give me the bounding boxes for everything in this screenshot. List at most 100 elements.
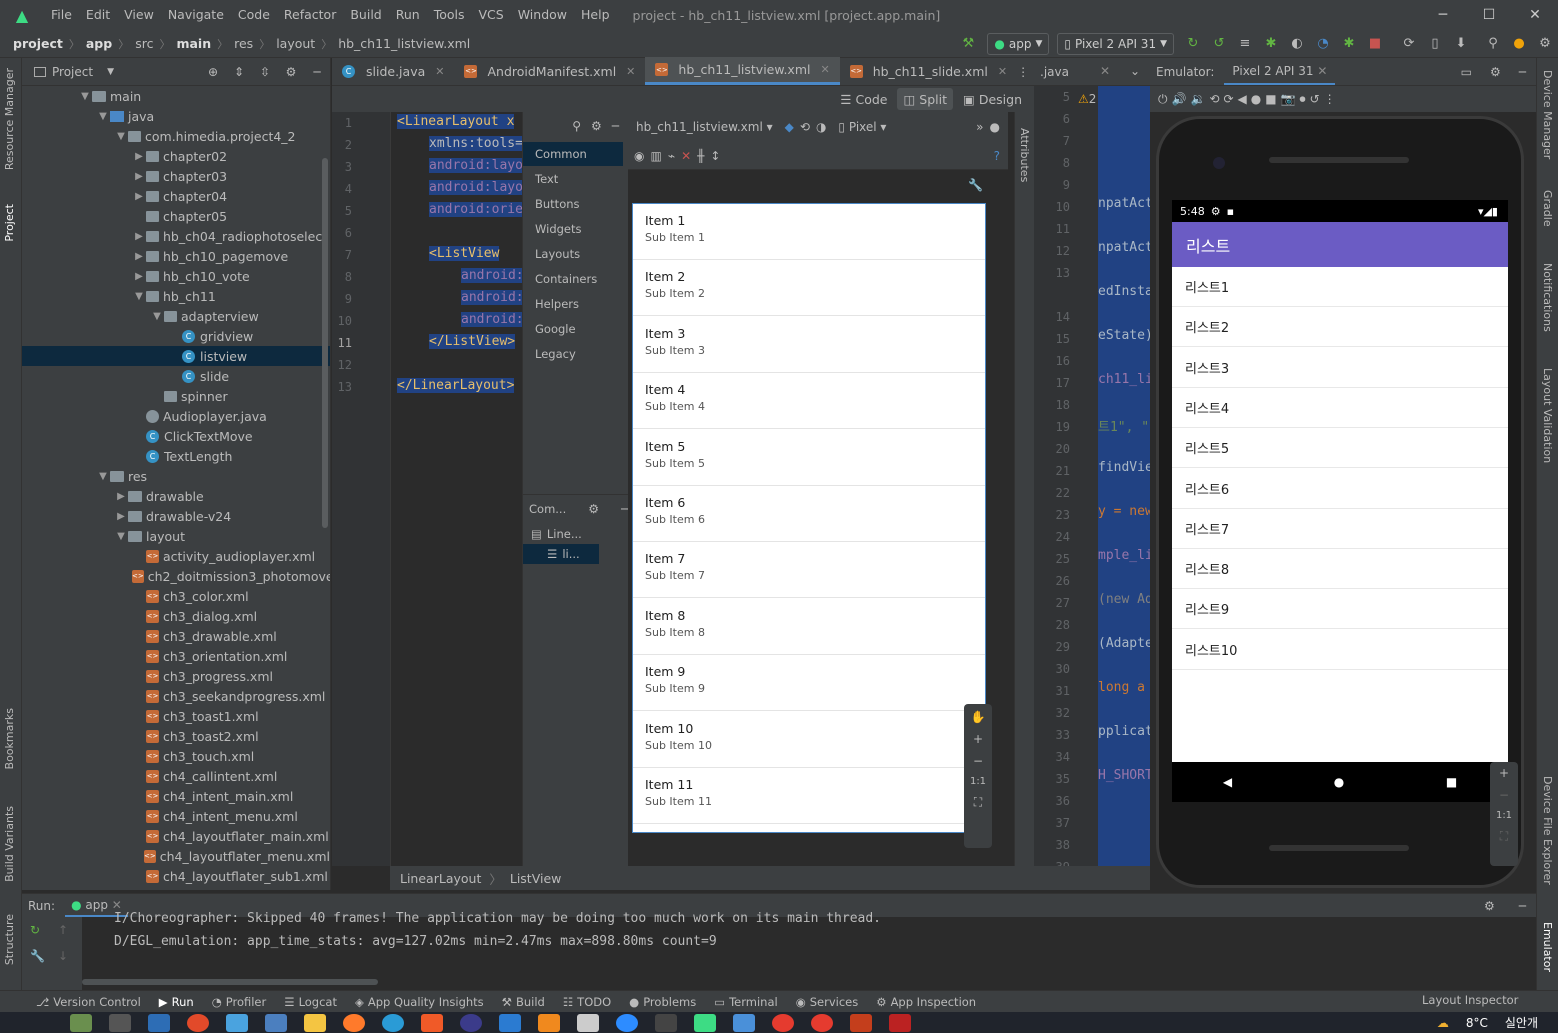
preview-list-item[interactable]: Item 2 Sub Item 2: [633, 260, 985, 317]
split-mode-button[interactable]: ◫ Split: [897, 88, 954, 110]
down-icon[interactable]: ↓: [58, 949, 68, 963]
taskbar-app-icon[interactable]: [109, 1013, 131, 1032]
gear-icon[interactable]: ⚙: [588, 502, 599, 516]
xml-code-editor[interactable]: <LinearLayout x xmlns:tools= android:layo a…: [390, 112, 522, 866]
preview-list-item[interactable]: Item 1 Sub Item 1: [633, 204, 985, 260]
expand-all-icon[interactable]: ⇕: [226, 65, 252, 79]
chevron-down-icon[interactable]: ▼: [114, 131, 128, 142]
tree-item[interactable]: <> activity_audioplayer.xml: [22, 546, 330, 566]
tree-item[interactable]: ▼ main: [22, 86, 330, 106]
tool-app-inspection[interactable]: ⚙ App Inspection: [876, 995, 976, 1009]
project-tab[interactable]: Project: [3, 204, 16, 242]
palette-category-helpers[interactable]: Helpers: [523, 292, 623, 316]
preview-list-item[interactable]: Item 11 Sub Item 11: [633, 768, 985, 824]
chrome-icon[interactable]: [772, 1013, 794, 1032]
tree-item[interactable]: <> ch3_toast1.xml: [22, 706, 330, 726]
power-icon[interactable]: ⏻: [1158, 92, 1168, 107]
night-mode-icon[interactable]: ◑: [816, 120, 826, 134]
design-mode-button[interactable]: ▣ Design: [957, 88, 1028, 110]
window-icon[interactable]: ▭: [1461, 65, 1472, 79]
tree-item[interactable]: ▼ java: [22, 106, 330, 126]
tree-item[interactable]: Audioplayer.java: [22, 406, 330, 426]
palette-category-google[interactable]: Google: [523, 317, 623, 341]
sublime-icon[interactable]: [538, 1013, 560, 1032]
edge-icon[interactable]: [382, 1013, 404, 1032]
emulator-list-item[interactable]: 리스트6: [1172, 469, 1508, 509]
preview-list-item[interactable]: Item 3 Sub Item 3: [633, 317, 985, 373]
clear-constraints-icon[interactable]: ✕: [681, 149, 691, 163]
volume-up-icon[interactable]: 🔊: [1172, 92, 1187, 106]
tree-item[interactable]: ▶ chapter02: [22, 146, 330, 166]
tool-todo[interactable]: ☷ TODO: [563, 995, 611, 1009]
chrome-icon[interactable]: [187, 1013, 209, 1032]
taskbar-app-icon[interactable]: [70, 1013, 92, 1032]
gradle-tab[interactable]: Gradle: [1541, 190, 1554, 227]
zoom-out-icon[interactable]: −: [1499, 788, 1509, 802]
tree-item[interactable]: ▼ res: [22, 466, 330, 486]
tool-problems[interactable]: ● Problems: [629, 995, 696, 1009]
zoom-icon[interactable]: [616, 1013, 638, 1032]
updates-icon[interactable]: ●: [1506, 31, 1532, 57]
gear-icon[interactable]: ⚙: [278, 65, 304, 79]
tree-item[interactable]: <> ch3_touch.xml: [22, 746, 330, 766]
tree-item[interactable]: <> ch3_color.xml: [22, 586, 330, 606]
tree-item[interactable]: C TextLength: [22, 446, 330, 466]
zoom-in-icon[interactable]: +: [1499, 766, 1509, 780]
device-manager-icon[interactable]: ▯: [1422, 31, 1448, 57]
settings-icon[interactable]: ⚙: [1532, 31, 1558, 57]
tree-item[interactable]: <> ch4_layoutflater_main.xml: [22, 826, 330, 846]
chevron-down-icon[interactable]: ▼: [96, 471, 110, 482]
zoom-fit-label[interactable]: 1:1: [1496, 810, 1512, 821]
tree-item[interactable]: <> ch4_layoutflater_sub1.xml: [22, 866, 330, 886]
orientation-icon[interactable]: ⟲: [800, 120, 810, 134]
tool-services[interactable]: ◉ Services: [796, 995, 859, 1009]
tree-item[interactable]: <> ch2_doitmission3_photomove: [22, 566, 330, 586]
powerpoint-icon[interactable]: [850, 1013, 872, 1032]
zoom-to-fit-icon[interactable]: ⛶: [974, 795, 982, 810]
layout-preview[interactable]: Item 1 Sub Item 1 Item 2 Sub Item 2 Item 3 Su…: [632, 203, 986, 833]
autoconnect-icon[interactable]: ⌁: [668, 149, 675, 163]
nav-recents-icon[interactable]: ■: [1446, 775, 1457, 789]
menu-view[interactable]: View: [117, 0, 161, 30]
phone-screen[interactable]: 5:48 ⚙ ▪ ▾◢▮ 리스트 리스트1 리스트2 리스트3 리스트4 리스트5 리스트…: [1172, 200, 1508, 762]
breadcrumb-item[interactable]: layout: [273, 36, 318, 51]
record-icon[interactable]: ⏺: [1300, 92, 1306, 107]
wrench-icon[interactable]: 🔧: [30, 949, 45, 963]
build-variants-tab[interactable]: Build Variants: [3, 806, 16, 882]
tree-item[interactable]: ▶ chapter04: [22, 186, 330, 206]
tree-item[interactable]: ▶ chapter03: [22, 166, 330, 186]
chevron-right-icon[interactable]: ▶: [132, 171, 146, 182]
debug-icon[interactable]: ✱: [1258, 31, 1284, 57]
nav-home-icon[interactable]: ●: [1334, 775, 1344, 789]
search-icon[interactable]: ⚲: [572, 119, 581, 133]
device-select[interactable]: ▯ Pixel 2 API 31 ▼: [1057, 32, 1174, 55]
tree-item[interactable]: <> ch3_toast2.xml: [22, 726, 330, 746]
layout-inspector-button[interactable]: Layout Inspector: [1422, 993, 1518, 1007]
tool-profiler[interactable]: ◔ Profiler: [212, 995, 267, 1009]
close-icon[interactable]: ✕: [998, 65, 1007, 78]
preview-list-item[interactable]: Item 8 Sub Item 8: [633, 599, 985, 655]
emulator-list-item[interactable]: 리스트2: [1172, 307, 1508, 348]
warning-icon[interactable]: ⚠2: [1078, 92, 1096, 106]
horizontal-scrollbar[interactable]: [82, 979, 378, 985]
chevron-right-icon[interactable]: ▶: [132, 191, 146, 202]
search-icon[interactable]: ⚲: [1480, 31, 1506, 57]
minimize-icon[interactable]: ─: [1420, 0, 1466, 30]
gear-icon[interactable]: ⚙: [1490, 65, 1501, 79]
java-code-editor[interactable]: npatAct npatAct edInsta eState) ch11_li 트1", …: [1098, 86, 1150, 866]
tool-build[interactable]: ⚒ Build: [502, 995, 545, 1009]
tree-item[interactable]: <> ch4_intent_main.xml: [22, 786, 330, 806]
more-icon[interactable]: »: [976, 120, 983, 134]
device-select[interactable]: ▯ Pixel ▾: [838, 120, 886, 134]
zoom-to-fit-icon[interactable]: ⛶: [1500, 829, 1508, 844]
tree-item[interactable]: C ClickTextMove: [22, 426, 330, 446]
close-icon[interactable]: ✕: [1100, 64, 1110, 78]
menu-refactor[interactable]: Refactor: [277, 0, 343, 30]
margin-icon[interactable]: ▥: [650, 149, 661, 163]
tree-item[interactable]: ▼ layout: [22, 526, 330, 546]
tool-run[interactable]: ▶ Run: [159, 995, 194, 1009]
tab-hb_ch11_listview-xml[interactable]: <> hb_ch11_listview.xml ✕: [645, 57, 840, 85]
breadcrumb-listview[interactable]: ListView: [510, 871, 562, 886]
zoom-out-icon[interactable]: −: [973, 754, 983, 768]
close-icon[interactable]: ✕: [820, 63, 829, 76]
